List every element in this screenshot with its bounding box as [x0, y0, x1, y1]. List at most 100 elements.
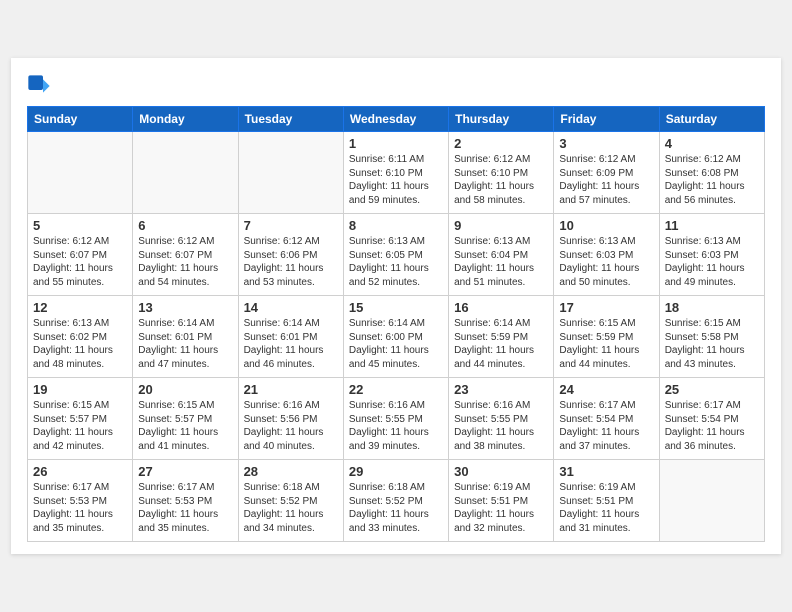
day-cell: 26Sunrise: 6:17 AMSunset: 5:53 PMDayligh…: [28, 460, 133, 542]
day-info: Sunrise: 6:16 AMSunset: 5:55 PMDaylight:…: [349, 399, 443, 453]
day-cell: 25Sunrise: 6:17 AMSunset: 5:54 PMDayligh…: [659, 378, 764, 460]
day-number: 30: [454, 464, 548, 479]
day-cell: 28 Sunrise: 6:18 AMSunset: 5:52 PMDayligh…: [238, 460, 343, 542]
logo: [27, 74, 55, 98]
day-number: 23: [454, 382, 548, 397]
day-cell: 1 Sunrise: 6:11 AMSunset: 6:10 PMDaylight…: [343, 132, 448, 214]
day-number: 26: [33, 464, 127, 479]
day-number: 18: [665, 300, 759, 315]
weekday-header-wednesday: Wednesday: [343, 107, 448, 132]
day-cell: 23 Sunrise: 6:16 AMSunset: 5:55 PMDayligh…: [449, 378, 554, 460]
day-info: Sunrise: 6:19 AMSunset: 5:51 PMDaylight:…: [559, 481, 653, 535]
day-info: Sunrise: 6:15 AMSunset: 5:57 PMDaylight:…: [33, 399, 127, 453]
day-info: Sunrise: 6:13 AMSunset: 6:02 PMDaylight:…: [33, 317, 127, 371]
day-cell: 13Sunrise: 6:14 AMSunset: 6:01 PMDayligh…: [133, 296, 238, 378]
week-row-2: 5 Sunrise: 6:12 AMSunset: 6:07 PMDaylight…: [28, 214, 765, 296]
day-cell: [659, 460, 764, 542]
day-number: 17: [559, 300, 653, 315]
day-info: Sunrise: 6:12 AMSunset: 6:08 PMDaylight:…: [665, 153, 759, 207]
day-number: 8: [349, 218, 443, 233]
week-row-5: 26Sunrise: 6:17 AMSunset: 5:53 PMDayligh…: [28, 460, 765, 542]
day-number: 5: [33, 218, 127, 233]
day-number: 1: [349, 136, 443, 151]
day-info: Sunrise: 6:11 AMSunset: 6:10 PMDaylight:…: [349, 153, 443, 207]
day-number: 22: [349, 382, 443, 397]
weekday-header-sunday: Sunday: [28, 107, 133, 132]
day-cell: 22 Sunrise: 6:16 AMSunset: 5:55 PMDayligh…: [343, 378, 448, 460]
day-cell: 2Sunrise: 6:12 AMSunset: 6:10 PMDaylight…: [449, 132, 554, 214]
day-info: Sunrise: 6:13 AMSunset: 6:04 PMDaylight:…: [454, 235, 548, 289]
day-number: 15: [349, 300, 443, 315]
day-number: 12: [33, 300, 127, 315]
day-cell: 5 Sunrise: 6:12 AMSunset: 6:07 PMDaylight…: [28, 214, 133, 296]
day-number: 31: [559, 464, 653, 479]
day-info: Sunrise: 6:16 AMSunset: 5:55 PMDaylight:…: [454, 399, 548, 453]
day-info: Sunrise: 6:12 AMSunset: 6:06 PMDaylight:…: [244, 235, 338, 289]
day-cell: 10Sunrise: 6:13 AMSunset: 6:03 PMDayligh…: [554, 214, 659, 296]
day-number: 11: [665, 218, 759, 233]
day-info: Sunrise: 6:12 AMSunset: 6:07 PMDaylight:…: [33, 235, 127, 289]
week-row-3: 12 Sunrise: 6:13 AMSunset: 6:02 PMDayligh…: [28, 296, 765, 378]
day-cell: 17 Sunrise: 6:15 AMSunset: 5:59 PMDayligh…: [554, 296, 659, 378]
day-cell: 6Sunrise: 6:12 AMSunset: 6:07 PMDaylight…: [133, 214, 238, 296]
day-cell: 14 Sunrise: 6:14 AMSunset: 6:01 PMDayligh…: [238, 296, 343, 378]
day-number: 9: [454, 218, 548, 233]
day-cell: 11 Sunrise: 6:13 AMSunset: 6:03 PMDayligh…: [659, 214, 764, 296]
day-cell: 31 Sunrise: 6:19 AMSunset: 5:51 PMDayligh…: [554, 460, 659, 542]
logo-icon: [27, 74, 51, 98]
day-info: Sunrise: 6:14 AMSunset: 6:00 PMDaylight:…: [349, 317, 443, 371]
week-row-1: 1 Sunrise: 6:11 AMSunset: 6:10 PMDaylight…: [28, 132, 765, 214]
day-info: Sunrise: 6:12 AMSunset: 6:09 PMDaylight:…: [559, 153, 653, 207]
day-number: 6: [138, 218, 232, 233]
day-number: 14: [244, 300, 338, 315]
day-info: Sunrise: 6:14 AMSunset: 6:01 PMDaylight:…: [244, 317, 338, 371]
day-number: 27: [138, 464, 232, 479]
day-cell: 9 Sunrise: 6:13 AMSunset: 6:04 PMDaylight…: [449, 214, 554, 296]
day-cell: 20 Sunrise: 6:15 AMSunset: 5:57 PMDayligh…: [133, 378, 238, 460]
weekday-header-friday: Friday: [554, 107, 659, 132]
day-number: 13: [138, 300, 232, 315]
day-info: Sunrise: 6:16 AMSunset: 5:56 PMDaylight:…: [244, 399, 338, 453]
day-number: 2: [454, 136, 548, 151]
day-info: Sunrise: 6:15 AMSunset: 5:57 PMDaylight:…: [138, 399, 232, 453]
day-info: Sunrise: 6:13 AMSunset: 6:03 PMDaylight:…: [665, 235, 759, 289]
day-info: Sunrise: 6:13 AMSunset: 6:05 PMDaylight:…: [349, 235, 443, 289]
day-cell: 18 Sunrise: 6:15 AMSunset: 5:58 PMDayligh…: [659, 296, 764, 378]
day-cell: 24Sunrise: 6:17 AMSunset: 5:54 PMDayligh…: [554, 378, 659, 460]
day-cell: 12 Sunrise: 6:13 AMSunset: 6:02 PMDayligh…: [28, 296, 133, 378]
day-number: 16: [454, 300, 548, 315]
day-number: 28: [244, 464, 338, 479]
day-number: 19: [33, 382, 127, 397]
day-cell: [133, 132, 238, 214]
day-cell: [28, 132, 133, 214]
day-cell: 16 Sunrise: 6:14 AMSunset: 5:59 PMDayligh…: [449, 296, 554, 378]
day-cell: 27Sunrise: 6:17 AMSunset: 5:53 PMDayligh…: [133, 460, 238, 542]
day-info: Sunrise: 6:15 AMSunset: 5:58 PMDaylight:…: [665, 317, 759, 371]
day-number: 21: [244, 382, 338, 397]
day-number: 4: [665, 136, 759, 151]
weekday-header-tuesday: Tuesday: [238, 107, 343, 132]
day-cell: 3 Sunrise: 6:12 AMSunset: 6:09 PMDaylight…: [554, 132, 659, 214]
day-info: Sunrise: 6:17 AMSunset: 5:54 PMDaylight:…: [559, 399, 653, 453]
day-number: 20: [138, 382, 232, 397]
day-info: Sunrise: 6:14 AMSunset: 5:59 PMDaylight:…: [454, 317, 548, 371]
day-number: 7: [244, 218, 338, 233]
day-cell: 19 Sunrise: 6:15 AMSunset: 5:57 PMDayligh…: [28, 378, 133, 460]
weekday-header-thursday: Thursday: [449, 107, 554, 132]
day-number: 29: [349, 464, 443, 479]
day-number: 10: [559, 218, 653, 233]
day-info: Sunrise: 6:18 AMSunset: 5:52 PMDaylight:…: [244, 481, 338, 535]
day-cell: [238, 132, 343, 214]
day-number: 3: [559, 136, 653, 151]
week-row-4: 19 Sunrise: 6:15 AMSunset: 5:57 PMDayligh…: [28, 378, 765, 460]
day-info: Sunrise: 6:15 AMSunset: 5:59 PMDaylight:…: [559, 317, 653, 371]
day-cell: 29Sunrise: 6:18 AMSunset: 5:52 PMDayligh…: [343, 460, 448, 542]
day-cell: 30 Sunrise: 6:19 AMSunset: 5:51 PMDayligh…: [449, 460, 554, 542]
day-info: Sunrise: 6:19 AMSunset: 5:51 PMDaylight:…: [454, 481, 548, 535]
calendar-table: SundayMondayTuesdayWednesdayThursdayFrid…: [27, 106, 765, 542]
day-cell: 15 Sunrise: 6:14 AMSunset: 6:00 PMDayligh…: [343, 296, 448, 378]
weekday-header-monday: Monday: [133, 107, 238, 132]
weekday-header-row: SundayMondayTuesdayWednesdayThursdayFrid…: [28, 107, 765, 132]
header: [27, 74, 765, 98]
day-cell: 4 Sunrise: 6:12 AMSunset: 6:08 PMDaylight…: [659, 132, 764, 214]
